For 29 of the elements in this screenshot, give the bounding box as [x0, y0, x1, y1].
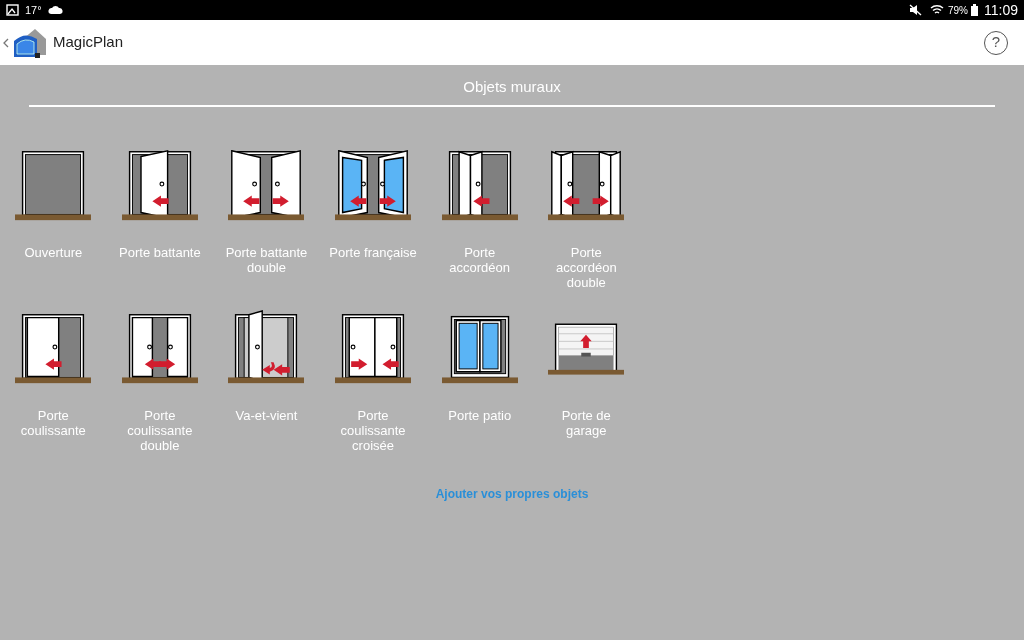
object-label[interactable]: Porte française: [327, 245, 420, 260]
door-icon[interactable]: [119, 147, 200, 223]
object-label[interactable]: Porte coulissante: [7, 408, 100, 438]
door-icon[interactable]: [333, 147, 414, 223]
battery-icon: [971, 4, 978, 16]
app-title: MagicPlan: [53, 32, 124, 53]
app-logo-icon[interactable]: [11, 26, 47, 59]
add-objects-link[interactable]: Ajouter vos propres objets: [435, 485, 589, 503]
back-icon[interactable]: [3, 37, 9, 48]
object-label[interactable]: Porte accordéon: [433, 245, 526, 275]
cloud-icon: [47, 5, 63, 15]
object-label[interactable]: Porte battante double: [220, 245, 313, 275]
temperature: 17°: [25, 2, 42, 18]
object-label[interactable]: Porte accordéon double: [540, 245, 633, 290]
object-label[interactable]: Va-et-vient: [220, 408, 313, 423]
object-label[interactable]: Ouverture: [7, 245, 100, 260]
battery-percent: 79%: [948, 3, 968, 18]
door-icon[interactable]: [226, 310, 307, 386]
object-label[interactable]: Porte coulissante croisée: [327, 408, 420, 453]
object-label[interactable]: Porte coulissante double: [113, 408, 206, 453]
object-label[interactable]: Porte battante: [113, 245, 206, 260]
wifi-icon: [930, 4, 944, 16]
object-label[interactable]: Porte patio: [433, 408, 526, 423]
clock: 11:09: [984, 0, 1018, 20]
section-title: Objets muraux: [462, 77, 562, 96]
mute-icon: [909, 4, 922, 16]
door-icon[interactable]: [226, 147, 307, 223]
object-label[interactable]: Porte de garage: [540, 408, 633, 438]
screenshot-icon: [6, 4, 19, 16]
